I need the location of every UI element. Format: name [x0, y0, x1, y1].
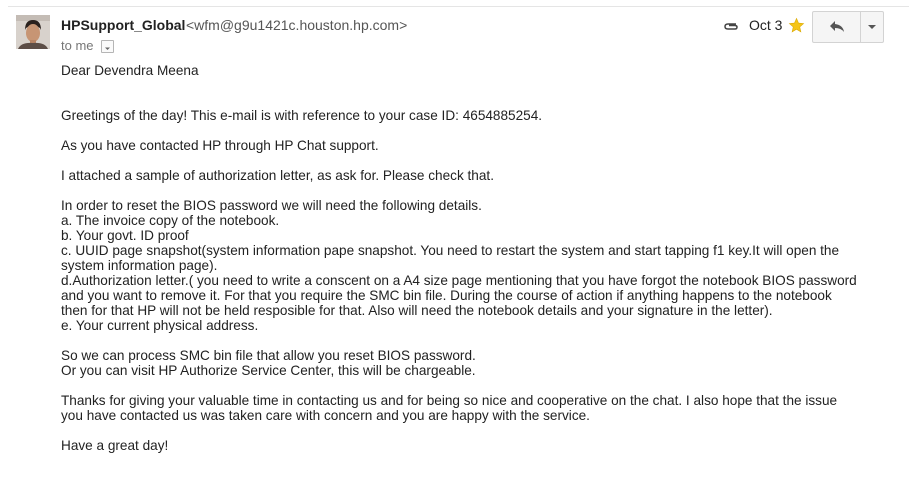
greeting-line: Dear Devendra Meena — [61, 63, 199, 78]
sender-avatar[interactable] — [16, 15, 50, 49]
details-line: b. Your govt. ID proof — [61, 228, 189, 243]
message-body: Dear Devendra Meena Greetings of the day… — [61, 63, 861, 453]
sender-email: <wfm@g9u1421c.houston.hp.com> — [186, 17, 408, 33]
sender-name[interactable]: HPSupport_Global — [61, 17, 185, 33]
chevron-down-icon — [105, 47, 110, 50]
process-line: Or you can visit HP Authorize Service Ce… — [61, 363, 476, 378]
details-line: In order to reset the BIOS password we w… — [61, 198, 482, 213]
closing-line: Have a great day! — [61, 438, 169, 453]
message-header: HPSupport_Global <wfm@g9u1421c.houston.h… — [61, 11, 913, 57]
process-line: So we can process SMC bin file that allo… — [61, 348, 476, 363]
details-line: d.Authorization letter.( you need to wri… — [61, 273, 857, 318]
show-details-button[interactable] — [101, 40, 114, 53]
message-date: Oct 3 — [749, 17, 783, 33]
details-line: c. UUID page snapshot(system information… — [61, 243, 840, 273]
avatar-photo — [16, 15, 50, 49]
attachment-paragraph: I attached a sample of authorization let… — [61, 168, 494, 183]
more-actions-button[interactable] — [861, 12, 883, 42]
star-icon[interactable] — [788, 17, 805, 34]
reply-icon — [829, 21, 844, 32]
thanks-paragraph: Thanks for giving your valuable time in … — [61, 393, 838, 423]
top-divider — [8, 6, 909, 7]
reply-button-group — [812, 11, 884, 43]
details-line: a. The invoice copy of the notebook. — [61, 213, 280, 228]
reply-button[interactable] — [813, 12, 861, 42]
recipient-label: to me — [61, 38, 94, 53]
chevron-down-icon — [868, 25, 876, 29]
paperclip-icon — [724, 23, 738, 30]
details-line: e. Your current physical address. — [61, 318, 259, 333]
intro-paragraph: Greetings of the day! This e-mail is wit… — [61, 108, 543, 123]
contact-paragraph: As you have contacted HP through HP Chat… — [61, 138, 379, 153]
